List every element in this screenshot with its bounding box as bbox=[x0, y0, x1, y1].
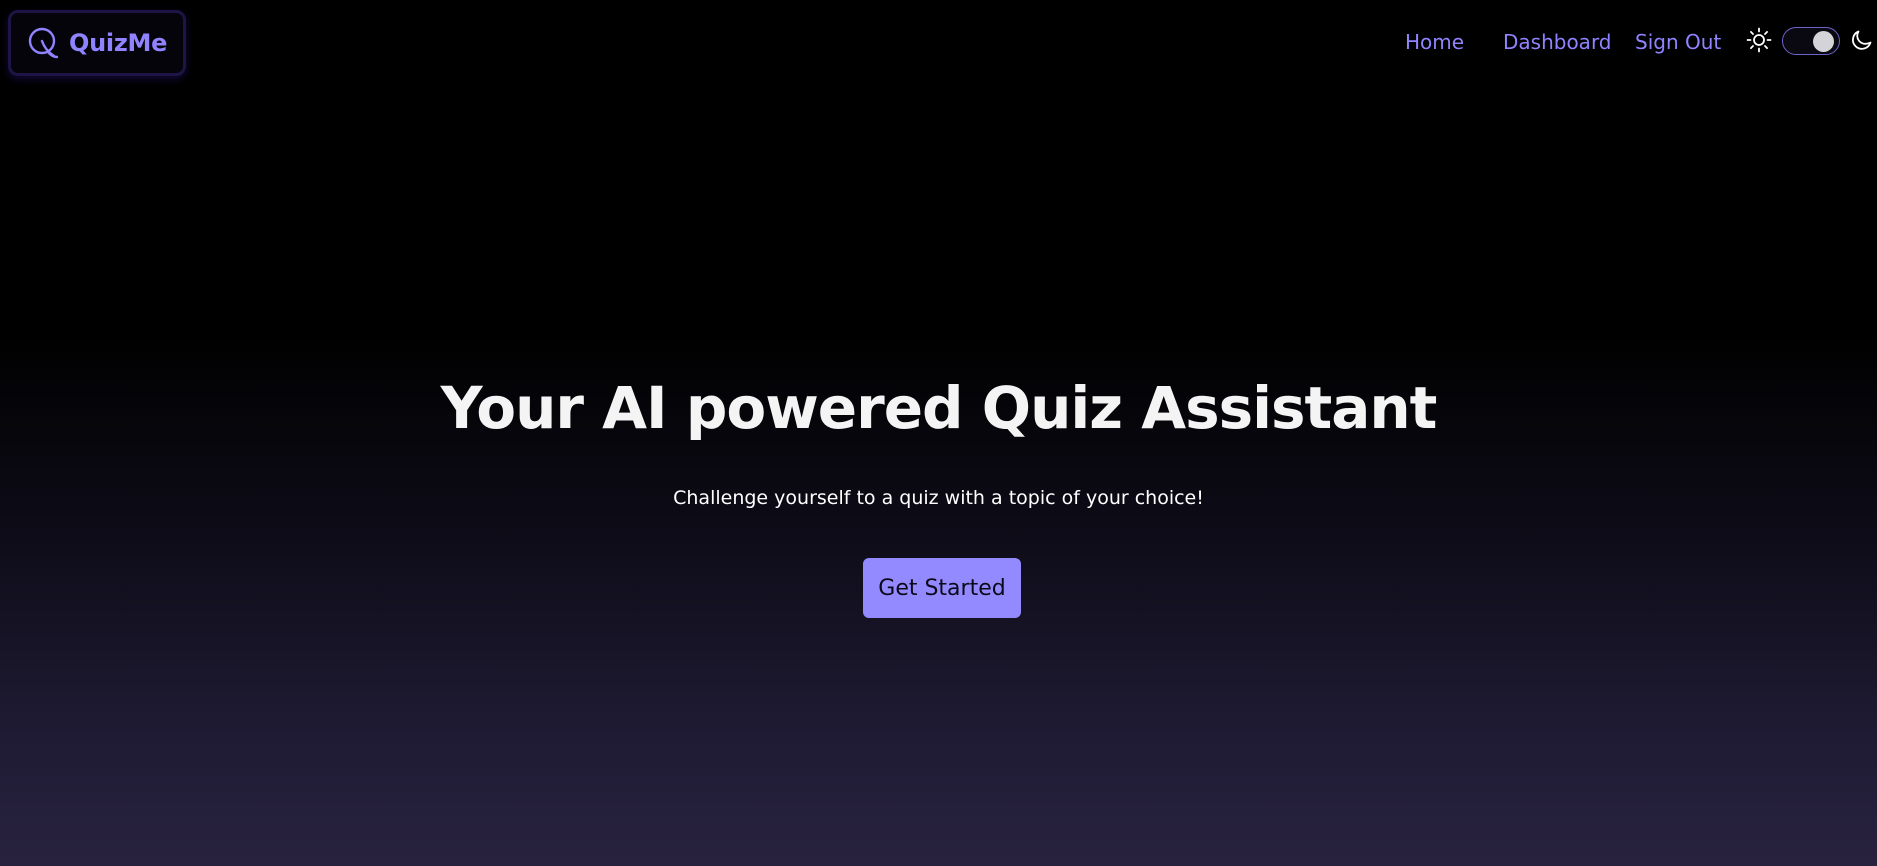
hero-title: Your AI powered Quiz Assistant bbox=[440, 374, 1438, 442]
theme-toggle[interactable] bbox=[1782, 27, 1840, 55]
sun-icon bbox=[1746, 27, 1772, 53]
hero-subtitle: Challenge yourself to a quiz with a topi… bbox=[673, 487, 1204, 509]
brand-name: QuizMe bbox=[69, 29, 168, 57]
nav-home-link[interactable]: Home bbox=[1405, 30, 1464, 54]
brand-logo[interactable]: QuizMe bbox=[8, 10, 187, 76]
nav-sign-out-link[interactable]: Sign Out bbox=[1635, 30, 1721, 54]
moon-icon bbox=[1850, 28, 1874, 52]
q-logo-icon bbox=[27, 26, 59, 60]
theme-toggle-knob bbox=[1813, 31, 1834, 52]
nav-dashboard-link[interactable]: Dashboard bbox=[1503, 30, 1612, 54]
get-started-button[interactable]: Get Started bbox=[863, 558, 1021, 618]
